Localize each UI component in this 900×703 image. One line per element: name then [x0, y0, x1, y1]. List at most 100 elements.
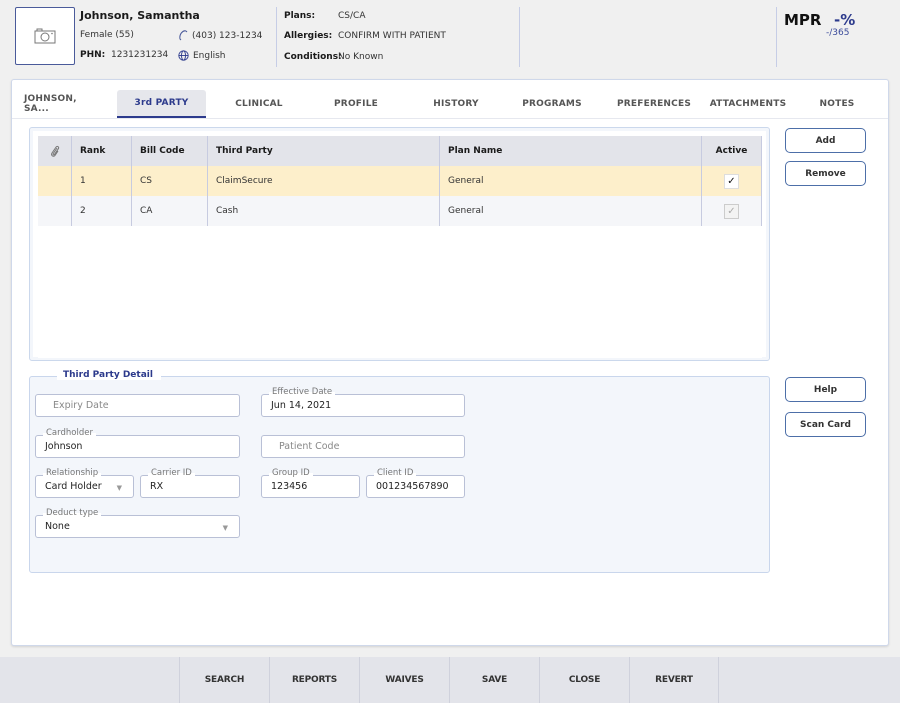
cardholder-value: Johnson [45, 441, 83, 452]
active-cell: ✓ [702, 166, 762, 196]
globe-icon [178, 50, 189, 61]
search-button[interactable]: SEARCH [179, 657, 269, 703]
tab-3rd-party[interactable]: 3rd PARTY [117, 90, 206, 118]
client-id-label: Client ID [374, 468, 417, 478]
third-party-cell: ClaimSecure [208, 166, 440, 196]
rank-cell: 1 [72, 166, 132, 196]
attachment-cell [38, 166, 72, 196]
effective-date-value: Jun 14, 2021 [271, 400, 332, 411]
remove-button[interactable]: Remove [785, 161, 866, 186]
patient-language: English [178, 50, 226, 61]
tab-profile[interactable]: PROFILE [316, 90, 396, 118]
column-header-plan-name[interactable]: Plan Name [440, 136, 702, 166]
tab-patient[interactable]: JOHNSON, SA... [24, 90, 96, 118]
patient-photo[interactable] [15, 7, 75, 65]
third-party-detail-section: Third Party Detail Expiry Date Effective… [29, 370, 770, 573]
third-party-grid: Rank Bill Code Third Party Plan Name Act… [38, 136, 762, 358]
revert-button[interactable]: REVERT [629, 657, 719, 703]
paperclip-icon [50, 145, 59, 157]
tab-clinical[interactable]: CLINICAL [224, 90, 294, 118]
chevron-down-icon: ▼ [116, 484, 122, 492]
deduct-type-select[interactable]: Deduct type None ▼ [35, 508, 240, 538]
third-party-grid-container: Rank Bill Code Third Party Plan Name Act… [29, 127, 770, 361]
deduct-type-value: None [45, 521, 70, 532]
mpr-days: -/365 [826, 28, 850, 38]
active-checkbox[interactable]: ✓ [724, 173, 739, 189]
group-id-value: 123456 [271, 481, 308, 492]
section-title: Third Party Detail [57, 370, 161, 380]
patient-name: Johnson, Samantha [80, 9, 200, 22]
camera-icon [34, 28, 56, 44]
column-header-third-party[interactable]: Third Party [208, 136, 440, 166]
group-id-label: Group ID [269, 468, 313, 478]
plans-label: Plans: [284, 11, 316, 21]
phn-label: PHN: [80, 50, 106, 60]
patient-phone: (403) 123-1234 [178, 30, 262, 41]
column-header-rank[interactable]: Rank [72, 136, 132, 166]
bill-code-cell: CA [132, 196, 208, 226]
phone-icon [179, 30, 188, 41]
tab-history[interactable]: HISTORY [416, 90, 496, 118]
language-value: English [193, 50, 226, 61]
allergies-label: Allergies: [284, 31, 333, 41]
effective-date-field[interactable]: Effective Date Jun 14, 2021 [261, 387, 465, 417]
rank-cell: 2 [72, 196, 132, 226]
cardholder-label: Cardholder [43, 428, 96, 438]
header-divider [776, 7, 777, 67]
carrier-id-value: RX [150, 481, 164, 492]
chevron-down-icon: ▼ [222, 524, 228, 532]
patient-phn: PHN: 1231231234 [80, 50, 168, 60]
client-id-value: 001234567890 [376, 481, 449, 492]
grid-header-row: Rank Bill Code Third Party Plan Name Act… [38, 136, 762, 166]
waives-button[interactable]: WAIVES [359, 657, 449, 703]
relationship-value: Card Holder [45, 481, 102, 492]
header-divider [276, 7, 277, 67]
reports-button[interactable]: REPORTS [269, 657, 359, 703]
tab-bar: JOHNSON, SA... 3rd PARTY CLINICAL PROFIL… [12, 80, 888, 119]
bill-code-cell: CS [132, 166, 208, 196]
scan-card-button[interactable]: Scan Card [785, 412, 866, 437]
allergies-value: CONFIRM WITH PATIENT [338, 31, 446, 41]
active-cell: ✓ [702, 196, 762, 226]
mpr-label: MPR [784, 11, 822, 29]
add-button[interactable]: Add [785, 128, 866, 153]
active-checkbox[interactable]: ✓ [724, 203, 739, 219]
attachment-cell [38, 196, 72, 226]
check-icon: ✓ [727, 205, 736, 217]
table-row[interactable]: 2 CA Cash General ✓ [38, 196, 762, 226]
client-id-field[interactable]: Client ID 001234567890 [366, 468, 465, 498]
plan-name-cell: General [440, 166, 702, 196]
conditions-value: No Known [338, 52, 384, 62]
tab-attachments[interactable]: ATTACHMENTS [706, 90, 790, 118]
check-icon: ✓ [727, 175, 736, 187]
save-button[interactable]: SAVE [449, 657, 539, 703]
carrier-id-field[interactable]: Carrier ID RX [140, 468, 240, 498]
third-party-cell: Cash [208, 196, 440, 226]
table-row[interactable]: 1 CS ClaimSecure General ✓ [38, 166, 762, 196]
plans-value: CS/CA [338, 11, 366, 21]
relationship-select[interactable]: Relationship Card Holder ▼ [35, 468, 134, 498]
tab-programs[interactable]: PROGRAMS [512, 90, 592, 118]
plan-name-cell: General [440, 196, 702, 226]
relationship-label: Relationship [43, 468, 102, 478]
header-divider [519, 7, 520, 67]
carrier-id-label: Carrier ID [148, 468, 195, 478]
attachment-column-header[interactable] [38, 136, 72, 166]
tab-notes[interactable]: NOTES [810, 90, 864, 118]
close-button[interactable]: CLOSE [539, 657, 629, 703]
help-button[interactable]: Help [785, 377, 866, 402]
column-header-bill-code[interactable]: Bill Code [132, 136, 208, 166]
main-panel: JOHNSON, SA... 3rd PARTY CLINICAL PROFIL… [11, 79, 889, 646]
deduct-type-label: Deduct type [43, 508, 102, 518]
group-id-field[interactable]: Group ID 123456 [261, 468, 360, 498]
patient-code-field[interactable]: Patient Code [261, 435, 465, 458]
expiry-date-field[interactable]: Expiry Date [35, 394, 240, 417]
phn-value: 1231231234 [111, 50, 169, 60]
phone-value: (403) 123-1234 [192, 30, 263, 41]
tab-preferences[interactable]: PREFERENCES [610, 90, 698, 118]
mpr-percent: -% [834, 11, 856, 29]
effective-date-label: Effective Date [269, 387, 336, 397]
cardholder-field[interactable]: Cardholder Johnson [35, 428, 240, 458]
column-header-active[interactable]: Active [702, 136, 762, 166]
bottom-toolbar: SEARCH REPORTS WAIVES SAVE CLOSE REVERT [0, 657, 900, 703]
